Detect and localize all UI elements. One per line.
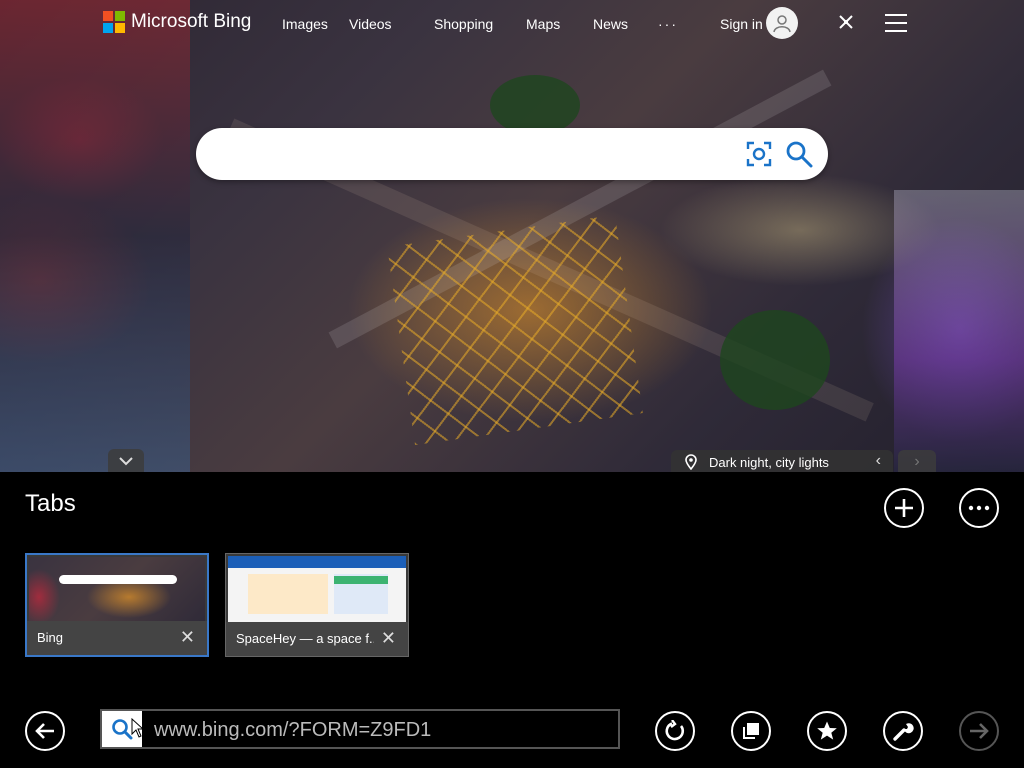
background-building-right [894, 190, 1024, 472]
more-icon [968, 505, 990, 511]
tab-title: Bing [37, 630, 64, 645]
chevron-down-icon [119, 457, 133, 466]
tabs-icon [743, 723, 759, 739]
bing-nav-links: Images Videos Shopping Maps News ··· [282, 16, 678, 32]
nav-more-button[interactable]: ··· [658, 16, 678, 32]
tabs-button[interactable] [731, 711, 771, 751]
nav-link-images[interactable]: Images [282, 16, 349, 32]
microsoft-logo-icon [103, 11, 125, 33]
thumbnail-content [334, 576, 388, 584]
close-tab-icon[interactable]: ✕ [381, 628, 396, 649]
webpage-viewport[interactable]: Microsoft Bing Images Videos Shopping Ma… [0, 0, 1024, 472]
nav-link-maps[interactable]: Maps [526, 16, 593, 32]
sign-in-link[interactable]: Sign in [720, 16, 763, 32]
refresh-icon [665, 720, 685, 741]
back-arrow-icon [35, 723, 54, 739]
tab-caption: Bing ✕ [27, 621, 207, 655]
refresh-button[interactable] [655, 711, 695, 751]
tab-caption: SpaceHey — a space f... ✕ [226, 622, 408, 656]
visual-search-icon[interactable] [746, 141, 772, 167]
image-info-text: Dark night, city lights [709, 454, 829, 470]
tab-card-spacehey[interactable]: SpaceHey — a space f... ✕ [225, 553, 409, 657]
plus-icon [895, 499, 913, 517]
address-bar[interactable] [100, 709, 620, 749]
background-crossing [387, 214, 643, 446]
search-input[interactable] [210, 138, 714, 172]
star-icon [817, 721, 837, 740]
page-tools-button[interactable] [883, 711, 923, 751]
thumbnail-search-box [59, 575, 177, 584]
tab-title: SpaceHey — a space f... [236, 631, 374, 646]
location-pin-icon [685, 454, 697, 470]
logo-text: Microsoft Bing [131, 11, 252, 32]
nav-link-news[interactable]: News [593, 16, 658, 32]
background-building-left [0, 0, 190, 472]
bing-logo[interactable]: Microsoft Bing [103, 11, 251, 33]
scroll-down-button[interactable] [108, 449, 144, 472]
bing-header: Microsoft Bing Images Videos Shopping Ma… [0, 0, 1024, 48]
tab-options-button[interactable] [959, 488, 999, 528]
close-tab-icon[interactable]: ✕ [180, 627, 195, 648]
tab-thumbnail [228, 556, 406, 622]
favorites-button[interactable] [807, 711, 847, 751]
thumbnail-content [248, 574, 328, 614]
forward-button[interactable] [959, 711, 999, 751]
bing-search-box[interactable] [196, 128, 828, 180]
chevron-left-icon[interactable]: ‹ [876, 452, 881, 470]
hamburger-menu-icon[interactable] [885, 14, 907, 32]
back-button[interactable] [25, 711, 65, 751]
rewards-icon[interactable] [836, 12, 856, 32]
tab-card-bing[interactable]: Bing ✕ [25, 553, 209, 657]
background-trees [490, 75, 580, 135]
tabs-panel-title: Tabs [25, 490, 76, 517]
image-info-panel[interactable]: Dark night, city lights ‹ [671, 450, 893, 472]
nav-link-videos[interactable]: Videos [349, 16, 434, 32]
new-tab-button[interactable] [884, 488, 924, 528]
wrench-icon [893, 723, 914, 741]
nav-link-shopping[interactable]: Shopping [434, 16, 526, 32]
chevron-right-icon[interactable]: › [898, 450, 936, 472]
mouse-cursor-icon [131, 718, 143, 738]
address-input[interactable] [152, 715, 616, 745]
background-trees [720, 310, 830, 410]
tab-thumbnail [29, 557, 205, 623]
thumbnail-header [228, 556, 406, 568]
avatar-icon[interactable] [766, 7, 798, 39]
search-icon[interactable] [785, 140, 813, 168]
forward-arrow-icon [970, 723, 989, 739]
